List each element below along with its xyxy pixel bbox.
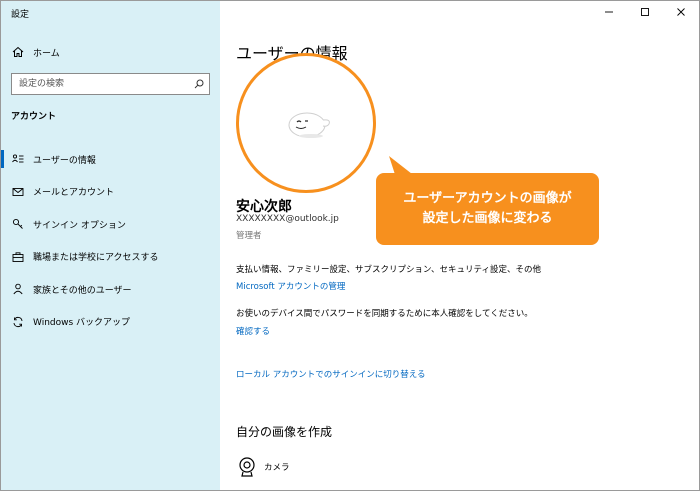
sidebar-item-label: 職場または学校にアクセスする xyxy=(33,253,159,264)
sidebar-item-label: サインイン オプション xyxy=(33,220,126,231)
main-content: ユーザーの情報 安心次郎 XXXXXXXX@outlook.jp 管理者 支払い… xyxy=(220,1,699,490)
key-icon xyxy=(11,217,25,231)
camera-icon xyxy=(239,457,255,477)
sidebar-item-family[interactable]: 家族とその他のユーザー xyxy=(1,273,220,306)
home-icon xyxy=(11,45,25,59)
sidebar-item-user-info[interactable]: ユーザーの情報 xyxy=(1,143,220,176)
sidebar: 設定 ホーム アカウント ユーザーの情報 xyxy=(1,1,220,490)
mail-icon xyxy=(11,185,25,199)
sidebar-item-label: Windows バックアップ xyxy=(33,318,131,329)
sidebar-item-work-school[interactable]: 職場または学校にアクセスする xyxy=(1,241,220,274)
local-account-link[interactable]: ローカル アカウントでのサインインに切り替える xyxy=(236,368,425,380)
briefcase-icon xyxy=(11,250,25,264)
sidebar-item-home[interactable]: ホーム xyxy=(1,41,220,63)
search-box xyxy=(11,73,210,95)
sync-icon xyxy=(11,315,25,329)
user-info-icon xyxy=(11,152,25,166)
app-title: 設定 xyxy=(11,10,30,20)
sidebar-item-label: ユーザーの情報 xyxy=(33,155,96,166)
section-heading: アカウント xyxy=(11,112,57,122)
sync-info-text: お使いのデバイス間でパスワードを同期するために本人確認をしてください。 xyxy=(236,309,533,319)
sidebar-item-label: 家族とその他のユーザー xyxy=(33,285,132,296)
sidebar-item-signin-options[interactable]: サインイン オプション xyxy=(1,208,220,241)
create-picture-heading: 自分の画像を作成 xyxy=(236,425,333,439)
user-email: XXXXXXXX@outlook.jp xyxy=(236,214,339,224)
sidebar-item-mail[interactable]: メールとアカウント xyxy=(1,176,220,209)
sidebar-nav: ユーザーの情報 メールとアカウント サインイン オプション 職場または学校にアク… xyxy=(1,143,220,338)
camera-option[interactable]: カメラ xyxy=(238,457,290,477)
sidebar-item-backup[interactable]: Windows バックアップ xyxy=(1,306,220,339)
user-role: 管理者 xyxy=(236,231,262,241)
user-name: 安心次郎 xyxy=(236,199,292,215)
avatar xyxy=(236,53,376,193)
callout-line-1: ユーザーアカウントの画像が xyxy=(403,191,572,206)
settings-window: 設定 ホーム アカウント ユーザーの情報 xyxy=(0,0,700,491)
sidebar-item-label: メールとアカウント xyxy=(33,188,115,199)
sidebar-item-label: ホーム xyxy=(33,48,60,59)
billing-info-text: 支払い情報、ファミリー設定、サブスクリプション、セキュリティ設定、その他 xyxy=(236,265,541,275)
avatar-picture xyxy=(288,112,330,138)
callout-line-2: 設定した画像に変わる xyxy=(422,211,553,226)
search-icon[interactable] xyxy=(189,74,209,94)
verify-link[interactable]: 確認する xyxy=(236,325,270,337)
camera-label: カメラ xyxy=(264,463,290,473)
callout-box: ユーザーアカウントの画像が 設定した画像に変わる xyxy=(376,173,599,245)
manage-account-link[interactable]: Microsoft アカウントの管理 xyxy=(236,280,345,292)
person-icon xyxy=(11,282,25,296)
search-input[interactable] xyxy=(12,74,189,94)
